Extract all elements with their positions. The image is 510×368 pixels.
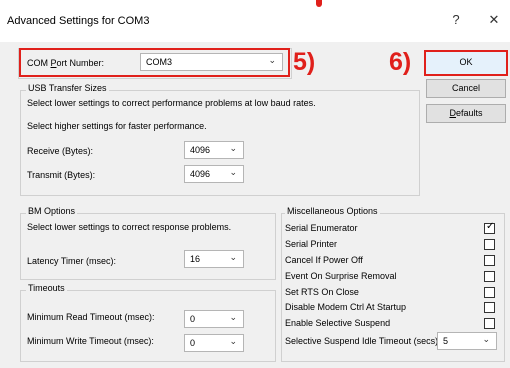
latency-label: Latency Timer (msec): [27,256,117,266]
misc-option-label: Serial Printer [285,239,338,249]
usb-desc-2: Select higher settings for faster perfor… [27,121,207,131]
misc-option-label: Cancel If Power Off [285,255,363,265]
misc-option-label: Event On Surprise Removal [285,271,397,281]
read-timeout-label: Minimum Read Timeout (msec): [27,312,155,322]
receive-select[interactable]: 4096 ⌄ [184,141,244,159]
chevron-down-icon: ⌄ [229,167,237,177]
ok-button[interactable]: OK [424,50,508,76]
annotation-step5: 5) [293,48,316,76]
chevron-down-icon: ⌄ [229,312,237,322]
misc-option-label: Serial Enumerator [285,223,358,233]
check-icon: ✓ [486,221,495,232]
receive-label: Receive (Bytes): [27,146,94,156]
enable-selective-suspend-checkbox[interactable] [484,318,495,329]
idle-timeout-label: Selective Suspend Idle Timeout (secs): [285,336,441,346]
com-port-select[interactable]: COM3 ⌄ [140,53,283,71]
write-timeout-select[interactable]: 0 ⌄ [184,334,244,352]
window-title: Advanced Settings for COM3 [7,15,150,27]
annotation-step6: 6) [389,48,412,76]
bm-desc: Select lower settings to correct respons… [27,222,232,232]
read-timeout-select[interactable]: 0 ⌄ [184,310,244,328]
misc-option-label: Set RTS On Close [285,287,359,297]
disable-modem-ctrl-checkbox[interactable] [484,302,495,313]
bm-group-title: BM Options [26,206,78,216]
serial-printer-checkbox[interactable] [484,239,495,250]
chevron-down-icon: ⌄ [229,336,237,346]
idle-timeout-select[interactable]: 5 ⌄ [437,332,497,350]
cancel-button[interactable]: Cancel [426,79,506,98]
transmit-select[interactable]: 4096 ⌄ [184,165,244,183]
chevron-down-icon: ⌄ [229,143,237,153]
defaults-button[interactable]: Defaults [426,104,506,123]
close-icon[interactable]: ✕ [484,12,504,28]
annotation-fragment [316,0,322,7]
chevron-down-icon: ⌄ [268,55,276,65]
transmit-label: Transmit (Bytes): [27,170,96,180]
help-button[interactable]: ? [446,12,466,27]
latency-select[interactable]: 16 ⌄ [184,250,244,268]
cancel-if-power-off-checkbox[interactable] [484,255,495,266]
com-port-label: COM Port Number: [27,58,105,68]
usb-desc-1: Select lower settings to correct perform… [27,98,316,108]
event-on-surprise-removal-checkbox[interactable] [484,271,495,282]
misc-option-label: Disable Modem Ctrl At Startup [285,302,407,312]
misc-group-title: Miscellaneous Options [285,206,380,216]
set-rts-on-close-checkbox[interactable] [484,287,495,298]
chevron-down-icon: ⌄ [229,252,237,262]
serial-enumerator-checkbox[interactable]: ✓ [484,221,495,234]
write-timeout-label: Minimum Write Timeout (msec): [27,336,154,346]
timeouts-group-title: Timeouts [26,283,67,293]
usb-group-title: USB Transfer Sizes [26,83,109,93]
chevron-down-icon: ⌄ [482,334,490,344]
misc-option-label: Enable Selective Suspend [285,318,391,328]
